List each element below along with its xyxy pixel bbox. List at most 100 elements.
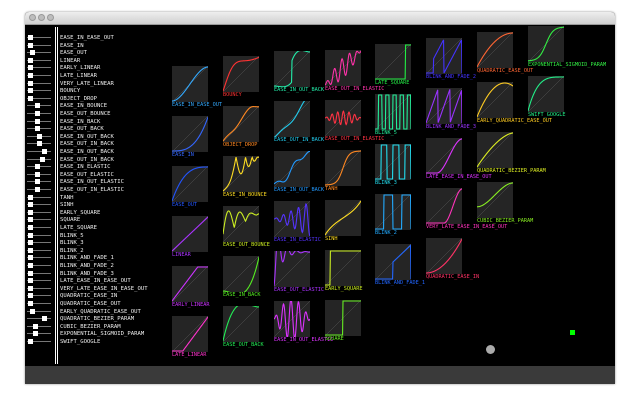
- easing-menu-item[interactable]: EASE_OUT: [25, 50, 187, 57]
- easing-tile[interactable]: EASE_IN_OUT_BACK: [274, 51, 324, 93]
- slider-knob[interactable]: [28, 209, 34, 215]
- easing-tile[interactable]: EASE_OUT: [172, 166, 208, 208]
- slider-knob[interactable]: [28, 35, 34, 40]
- slider-knob[interactable]: [32, 331, 38, 337]
- easing-tile[interactable]: CUBIC_BEZIER_PARAM: [477, 182, 533, 224]
- easing-tile[interactable]: LINEAR: [172, 216, 208, 258]
- easing-tile[interactable]: EASE_OUT_IN_BACK: [274, 101, 324, 143]
- slider-knob[interactable]: [28, 42, 34, 48]
- easing-tile[interactable]: BLINK_AND_FADE_3: [426, 88, 476, 130]
- easing-menu-item[interactable]: BLINK_5: [25, 232, 187, 240]
- slider-knob[interactable]: [28, 232, 34, 238]
- easing-tile[interactable]: EASE_OUT_IN_ELASTIC: [325, 100, 384, 142]
- slider-knob[interactable]: [28, 80, 34, 86]
- slider-knob[interactable]: [28, 88, 34, 94]
- easing-tile[interactable]: QUADRATIC_EASE_IN: [426, 238, 479, 280]
- easing-tile[interactable]: EASE_IN_ELASTIC: [274, 201, 321, 243]
- easing-tile[interactable]: SINH: [325, 200, 361, 242]
- easing-tile[interactable]: EASE_IN: [172, 116, 208, 158]
- easing-menu-item[interactable]: SQUARE: [25, 217, 187, 224]
- easing-menu-item[interactable]: LINEAR: [25, 57, 187, 65]
- slider-knob[interactable]: [32, 323, 38, 329]
- easing-menu-item[interactable]: EASE_IN_EASE_OUT: [25, 35, 187, 42]
- slider-knob[interactable]: [39, 156, 45, 162]
- easing-tile[interactable]: SWIFT_GOOGLE: [528, 76, 565, 118]
- easing-tile[interactable]: EASE_OUT_BOUNCE: [223, 206, 270, 248]
- easing-tile[interactable]: VERY_LATE_EASE_IN_EASE_OUT: [426, 188, 507, 230]
- easing-tile[interactable]: EASE_OUT_BACK: [223, 306, 264, 348]
- zoom-button[interactable]: [47, 14, 54, 21]
- easing-tile[interactable]: EARLY_QUADRATIC_EASE_OUT: [477, 82, 552, 124]
- slider-knob[interactable]: [42, 149, 48, 154]
- easing-tile[interactable]: LATE_EASE_IN_EASE_OUT: [426, 138, 492, 180]
- slider-knob[interactable]: [35, 103, 41, 109]
- slider-knob[interactable]: [28, 263, 34, 268]
- slider-knob[interactable]: [35, 164, 41, 170]
- close-button[interactable]: [29, 14, 36, 21]
- easing-menu-item[interactable]: EASE_OUT_BOUNCE: [25, 111, 187, 118]
- easing-menu-item[interactable]: EARLY_LINEAR: [25, 65, 187, 72]
- slider-knob[interactable]: [28, 194, 34, 200]
- slider-knob[interactable]: [28, 217, 34, 223]
- easing-menu-item[interactable]: VERY_LATE_LINEAR: [25, 80, 187, 88]
- slider-knob[interactable]: [28, 202, 34, 208]
- easing-tile[interactable]: BLINK_3: [375, 144, 411, 186]
- easing-tile[interactable]: BLINK_AND_FADE_1: [375, 244, 425, 286]
- slider-knob[interactable]: [28, 255, 34, 261]
- easing-menu-item[interactable]: SINH: [25, 202, 187, 209]
- slider-knob[interactable]: [35, 179, 41, 185]
- easing-tile[interactable]: QUADRATIC_EASE_OUT: [477, 32, 533, 74]
- slider-knob[interactable]: [42, 316, 48, 322]
- easing-menu-item[interactable]: EASE_IN_BACK: [25, 118, 187, 126]
- slider-knob[interactable]: [28, 225, 34, 230]
- slider-knob[interactable]: [28, 278, 34, 284]
- easing-menu-item[interactable]: EARLY_SQUARE: [25, 209, 187, 217]
- easing-tile[interactable]: BLINK_AND_FADE_2: [426, 38, 476, 80]
- easing-tile[interactable]: EASE_IN_BOUNCE: [223, 156, 267, 198]
- slider-knob[interactable]: [28, 339, 34, 344]
- easing-tile[interactable]: EASE_IN_EASE_OUT: [172, 66, 222, 108]
- easing-tile[interactable]: BLINK_5: [375, 94, 411, 136]
- easing-tile[interactable]: TANH: [325, 150, 361, 192]
- easing-tile[interactable]: LATE_SQUARE: [375, 44, 411, 86]
- slider-knob[interactable]: [28, 95, 34, 101]
- easing-tile[interactable]: EASE_OUT_IN_ELASTIC: [325, 50, 384, 92]
- minimize-button[interactable]: [38, 14, 45, 21]
- slider-knob[interactable]: [28, 270, 34, 276]
- easing-menu-item[interactable]: TANH: [25, 194, 187, 202]
- easing-tile[interactable]: EXPONENTIAL_SIGMOID_PARAM: [528, 26, 606, 68]
- easing-tile[interactable]: OBJECT_DROP: [223, 106, 259, 148]
- easing-menu-item[interactable]: EASE_OUT_IN_ELASTIC: [25, 187, 187, 194]
- slider-knob[interactable]: [36, 141, 42, 147]
- slider-knob[interactable]: [28, 73, 34, 78]
- easing-tile[interactable]: EARLY_SQUARE: [325, 250, 362, 292]
- easing-menu-item[interactable]: BLINK_3: [25, 240, 187, 247]
- slider-knob[interactable]: [35, 118, 41, 124]
- easing-tile[interactable]: QUADRATIC_BEZIER_PARAM: [477, 132, 546, 174]
- easing-tile[interactable]: EASE_IN_OUT_BACK: [274, 151, 324, 193]
- easing-tile[interactable]: EARLY_LINEAR: [172, 266, 209, 308]
- easing-tile[interactable]: BOUNCY: [223, 56, 259, 98]
- slider-knob[interactable]: [28, 247, 34, 253]
- slider-knob[interactable]: [35, 171, 41, 177]
- easing-menu-item[interactable]: BOUNCY: [25, 88, 187, 95]
- slider-knob[interactable]: [28, 240, 34, 246]
- slider-knob[interactable]: [28, 293, 34, 299]
- easing-menu-item[interactable]: SWIFT_GOOGLE: [25, 339, 187, 346]
- slider-knob[interactable]: [28, 301, 34, 306]
- easing-tile[interactable]: BLINK_2: [375, 194, 411, 236]
- slider-knob[interactable]: [28, 65, 34, 71]
- slider-knob[interactable]: [35, 111, 41, 116]
- easing-tile[interactable]: LATE_LINEAR: [172, 316, 208, 358]
- slider-knob[interactable]: [29, 50, 35, 56]
- easing-tile[interactable]: SQUARE: [325, 300, 361, 342]
- slider-knob[interactable]: [35, 187, 41, 192]
- slider-knob[interactable]: [28, 285, 34, 291]
- easing-tile[interactable]: EASE_IN_BACK: [223, 256, 260, 298]
- easing-menu-item[interactable]: EXPONENTIAL_SIGMOID_PARAM: [25, 331, 187, 338]
- slider-knob[interactable]: [36, 133, 42, 139]
- easing-tile[interactable]: EASE_OUT_ELASTIC: [274, 251, 324, 293]
- slider-knob[interactable]: [35, 126, 41, 132]
- slider-knob[interactable]: [29, 308, 35, 314]
- easing-tile[interactable]: EASE_IN_OUT_ELASTIC: [274, 301, 333, 343]
